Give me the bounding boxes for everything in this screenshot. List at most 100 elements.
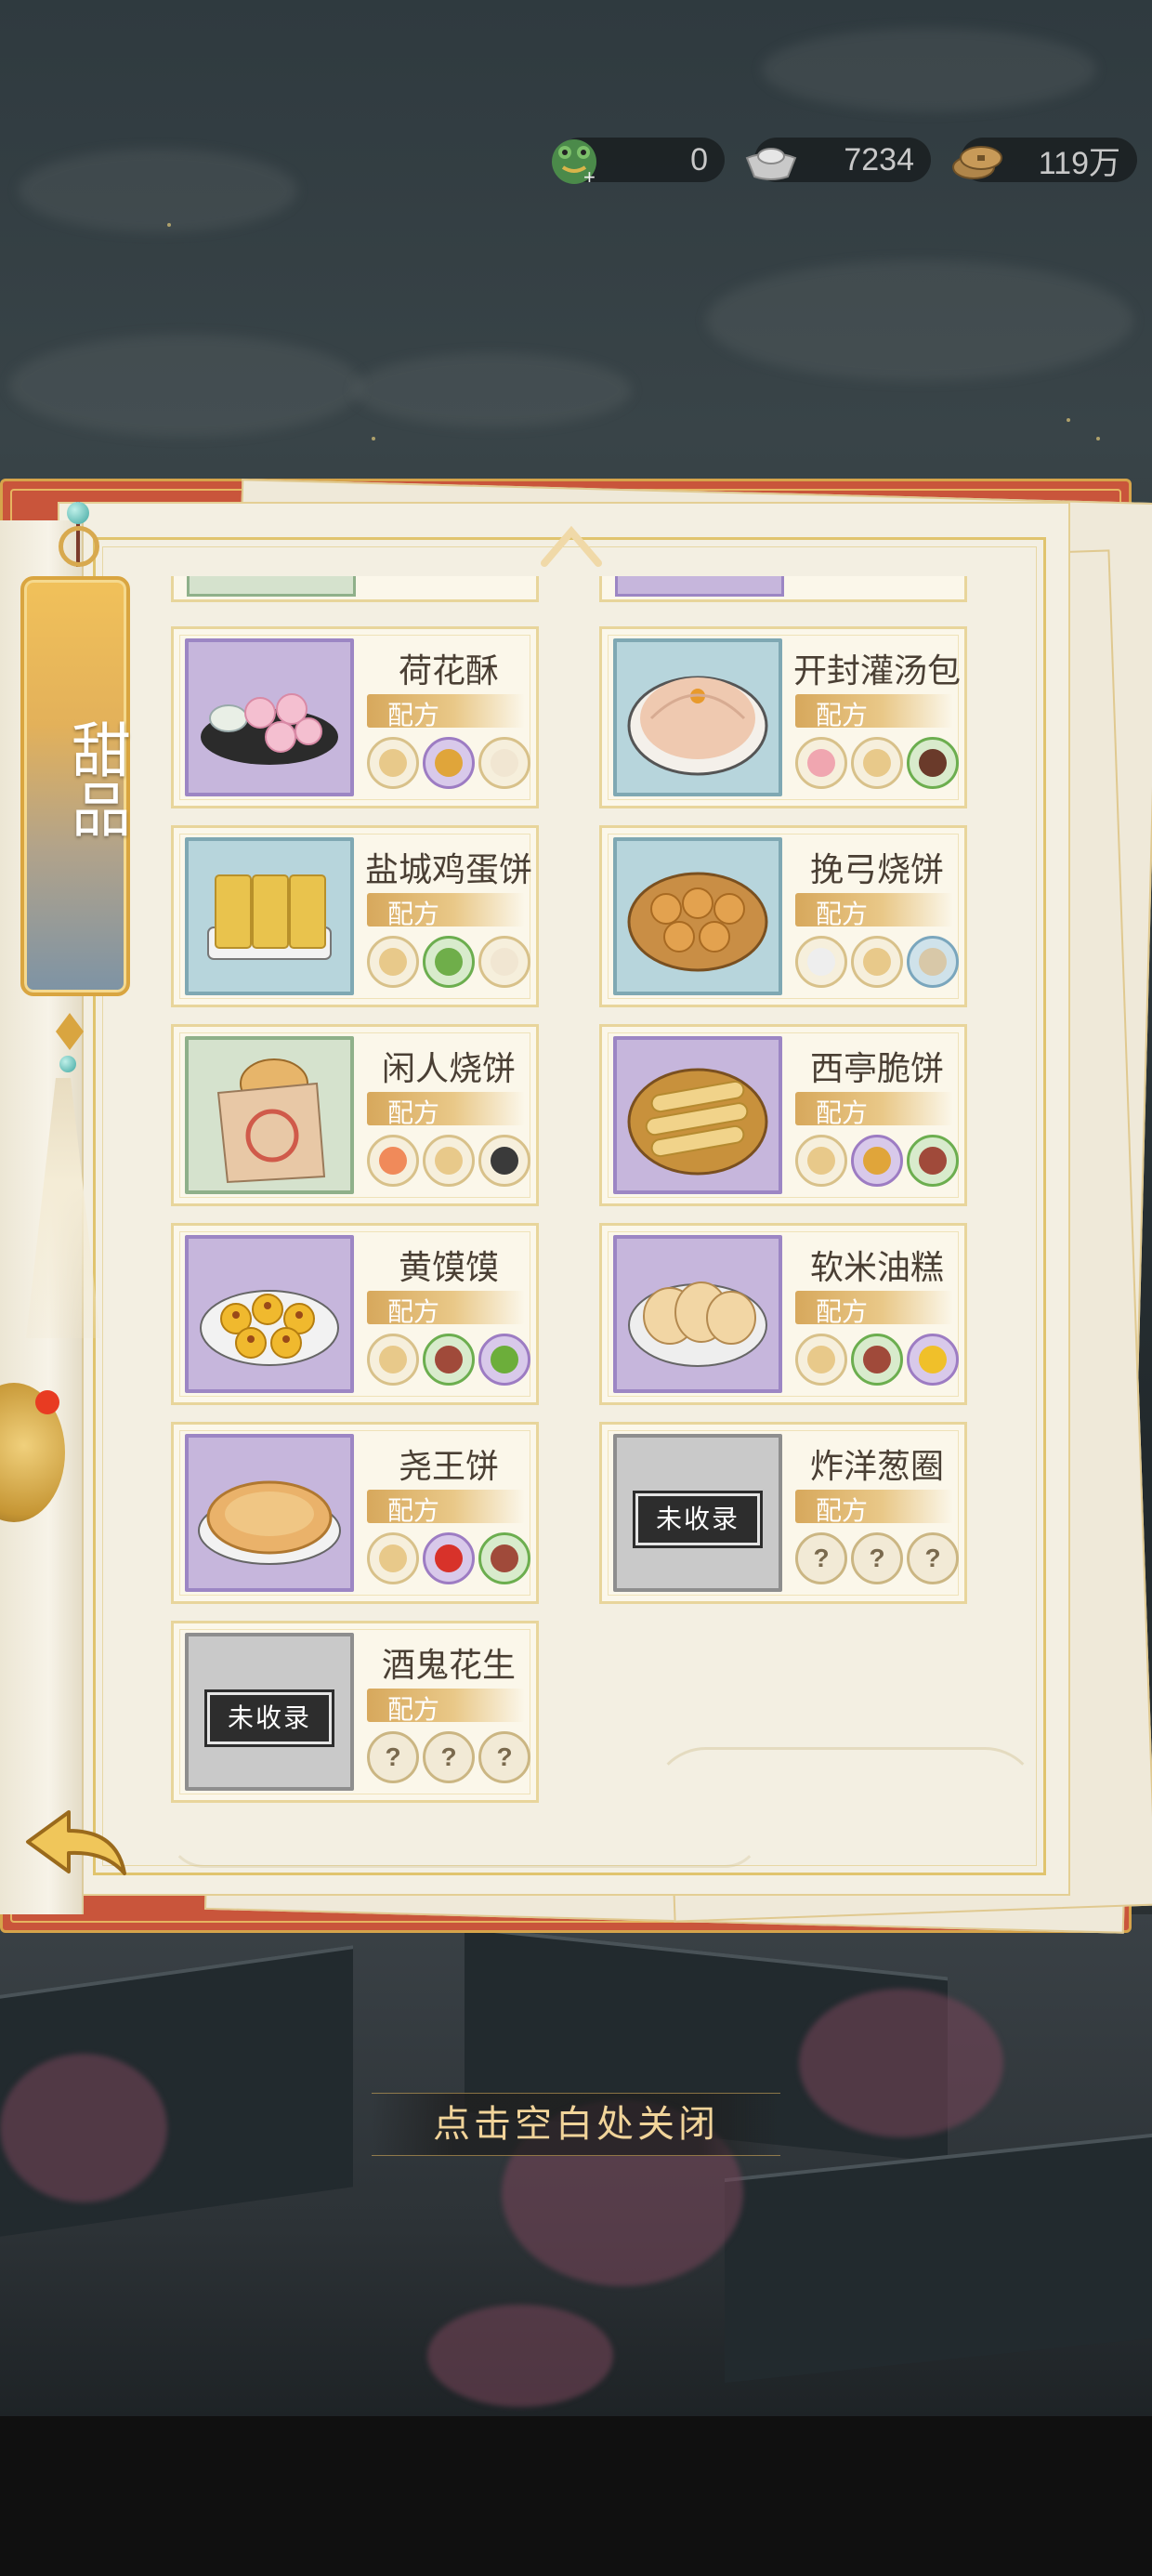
- honey-ingredient-icon[interactable]: [423, 737, 475, 789]
- recipe-name: 开封灌汤包: [793, 652, 962, 690]
- recipe-card[interactable]: 尧王饼配方: [171, 1422, 539, 1604]
- egg-ingredient-icon[interactable]: [478, 936, 530, 988]
- partial-card-right: [599, 576, 967, 602]
- recipe-thumbnail[interactable]: [185, 1036, 354, 1194]
- sugar-ingredient-icon[interactable]: [478, 1532, 530, 1584]
- egg-pancake-image: [195, 857, 344, 981]
- recipe-thumbnail[interactable]: [185, 1434, 354, 1592]
- recipe-card[interactable]: 开封灌汤包 配方: [599, 626, 967, 808]
- egg-ingredient-icon[interactable]: [478, 737, 530, 789]
- recipe-name: 挽弓烧饼: [809, 851, 944, 889]
- recipe-name: 尧王饼: [398, 1448, 499, 1486]
- honey-ingredient-icon[interactable]: [851, 1135, 903, 1187]
- recipe-card[interactable]: 挽弓烧饼配方: [599, 825, 967, 1007]
- osmanthus-ingredient-icon[interactable]: [907, 1334, 959, 1386]
- flour-ingredient-icon[interactable]: [367, 936, 419, 988]
- category-title: 甜品: [61, 719, 130, 838]
- recipe-card[interactable]: 未收录 酒鬼花生配方???: [171, 1621, 539, 1803]
- scroll-up-arrow-icon[interactable]: [539, 522, 604, 569]
- recipe-tag-label: 配方: [816, 899, 869, 929]
- back-arrow-icon[interactable]: [20, 1803, 132, 1881]
- recipe-card[interactable]: 软米油糕 配方: [599, 1223, 967, 1405]
- recipe-card[interactable]: 盐城鸡蛋饼 配方: [171, 825, 539, 1007]
- svg-text:+: +: [583, 165, 596, 189]
- unknown-ingredient-icon[interactable]: ?: [851, 1532, 903, 1584]
- currency-silver[interactable]: 7234: [745, 138, 931, 182]
- flour-ingredient-icon[interactable]: [367, 1532, 419, 1584]
- flour-ingredient-icon[interactable]: [851, 737, 903, 789]
- yellow-buns-image: [195, 1259, 344, 1374]
- recipe-tag-label: 配方: [387, 899, 440, 929]
- recipe-thumbnail[interactable]: [185, 1235, 354, 1393]
- unknown-ingredient-icon[interactable]: ?: [907, 1532, 959, 1584]
- town-background[interactable]: [0, 1914, 1152, 2416]
- flour-ingredient-icon[interactable]: [795, 1135, 847, 1187]
- recipe-name: 闲人烧饼: [381, 1050, 516, 1088]
- recipe-card[interactable]: 西亭脆饼 配方: [599, 1024, 967, 1206]
- recipe-tag: 配方: [795, 1490, 953, 1526]
- decorative-swirl-2: [167, 1794, 762, 1868]
- recipe-tag: 配方: [367, 1291, 525, 1327]
- flour-ingredient-icon[interactable]: [795, 1334, 847, 1386]
- recipe-card[interactable]: 黄馍馍 配方: [171, 1223, 539, 1405]
- unknown-ingredient-icon[interactable]: ?: [423, 1731, 475, 1783]
- meat-ingredient-icon[interactable]: [795, 737, 847, 789]
- flour-ingredient-icon[interactable]: [367, 1334, 419, 1386]
- unknown-ingredient-icon[interactable]: ?: [478, 1731, 530, 1783]
- flour-ingredient-icon[interactable]: [851, 936, 903, 988]
- recipe-tag: 配方: [795, 1291, 953, 1327]
- recipe-tag-label: 配方: [387, 1495, 440, 1526]
- recipe-tag-label: 配方: [816, 1495, 869, 1526]
- recipe-thumbnail[interactable]: [185, 837, 354, 995]
- scallion-ingredient-icon[interactable]: [423, 936, 475, 988]
- crispy-rolls-image: [623, 1051, 772, 1185]
- recipe-thumbnail[interactable]: [613, 837, 782, 995]
- sesame-cakes-image: [623, 857, 772, 981]
- lotus-pastry-image: [195, 663, 344, 778]
- soup-dumpling-image: [623, 653, 772, 787]
- beans-ingredient-icon[interactable]: [478, 1334, 530, 1386]
- close-hint[interactable]: 点击空白处关闭: [372, 2093, 780, 2156]
- currency-frog[interactable]: + 0: [552, 138, 725, 189]
- sugar-ingredient-icon[interactable]: [851, 1334, 903, 1386]
- recipe-card[interactable]: 未收录 炸洋葱圈配方???: [599, 1422, 967, 1604]
- unrecorded-stamp: 未收录: [204, 1689, 334, 1747]
- sugar-ingredient-icon[interactable]: [907, 1135, 959, 1187]
- recipe-tag-label: 配方: [387, 1694, 440, 1725]
- recipe-tag: 配方: [795, 893, 953, 929]
- recipe-name: 炸洋葱圈: [809, 1448, 944, 1486]
- mushroom-ingredient-icon[interactable]: [907, 936, 959, 988]
- salmon-ingredient-icon[interactable]: [367, 1135, 419, 1187]
- round-pie-image: [195, 1458, 344, 1573]
- unknown-ingredient-icon[interactable]: ?: [367, 1731, 419, 1783]
- soy-sauce-ingredient-icon[interactable]: [907, 737, 959, 789]
- unknown-ingredient-icon[interactable]: ?: [795, 1532, 847, 1584]
- recipe-thumbnail[interactable]: [613, 1036, 782, 1194]
- recipe-tag-label: 配方: [387, 1296, 440, 1327]
- recipe-name: 荷花酥: [398, 652, 499, 690]
- flour-ingredient-icon[interactable]: [423, 1135, 475, 1187]
- recipe-card[interactable]: 闲人烧饼 配方: [171, 1024, 539, 1206]
- recipe-thumbnail[interactable]: [613, 638, 782, 796]
- garlic-ingredient-icon[interactable]: [795, 936, 847, 988]
- tassel-bead: [59, 1056, 76, 1072]
- sesame-ingredient-icon[interactable]: [478, 1135, 530, 1187]
- sugar-ingredient-icon[interactable]: [423, 1334, 475, 1386]
- flour-ingredient-icon[interactable]: [367, 737, 419, 789]
- chili-ingredient-icon[interactable]: [423, 1532, 475, 1584]
- recipe-card[interactable]: 荷花酥配方: [171, 626, 539, 808]
- recipe-thumbnail[interactable]: [185, 638, 354, 796]
- recipe-thumbnail[interactable]: [613, 1235, 782, 1393]
- recipe-tag: 配方: [367, 1092, 525, 1128]
- recipe-tag: 配方: [367, 694, 525, 730]
- tag-ring: [59, 526, 99, 567]
- partial-card-left: [171, 576, 539, 602]
- currency-copper[interactable]: 119万: [952, 138, 1137, 182]
- recipe-tag-label: 配方: [387, 700, 440, 730]
- unrecorded-stamp: 未收录: [633, 1491, 763, 1548]
- recipe-thumbnail[interactable]: 未收录: [613, 1434, 782, 1592]
- category-tag[interactable]: 甜品: [20, 576, 130, 996]
- recipe-name: 酒鬼花生: [381, 1647, 516, 1685]
- notification-dot: [35, 1390, 59, 1414]
- recipe-thumbnail[interactable]: 未收录: [185, 1633, 354, 1791]
